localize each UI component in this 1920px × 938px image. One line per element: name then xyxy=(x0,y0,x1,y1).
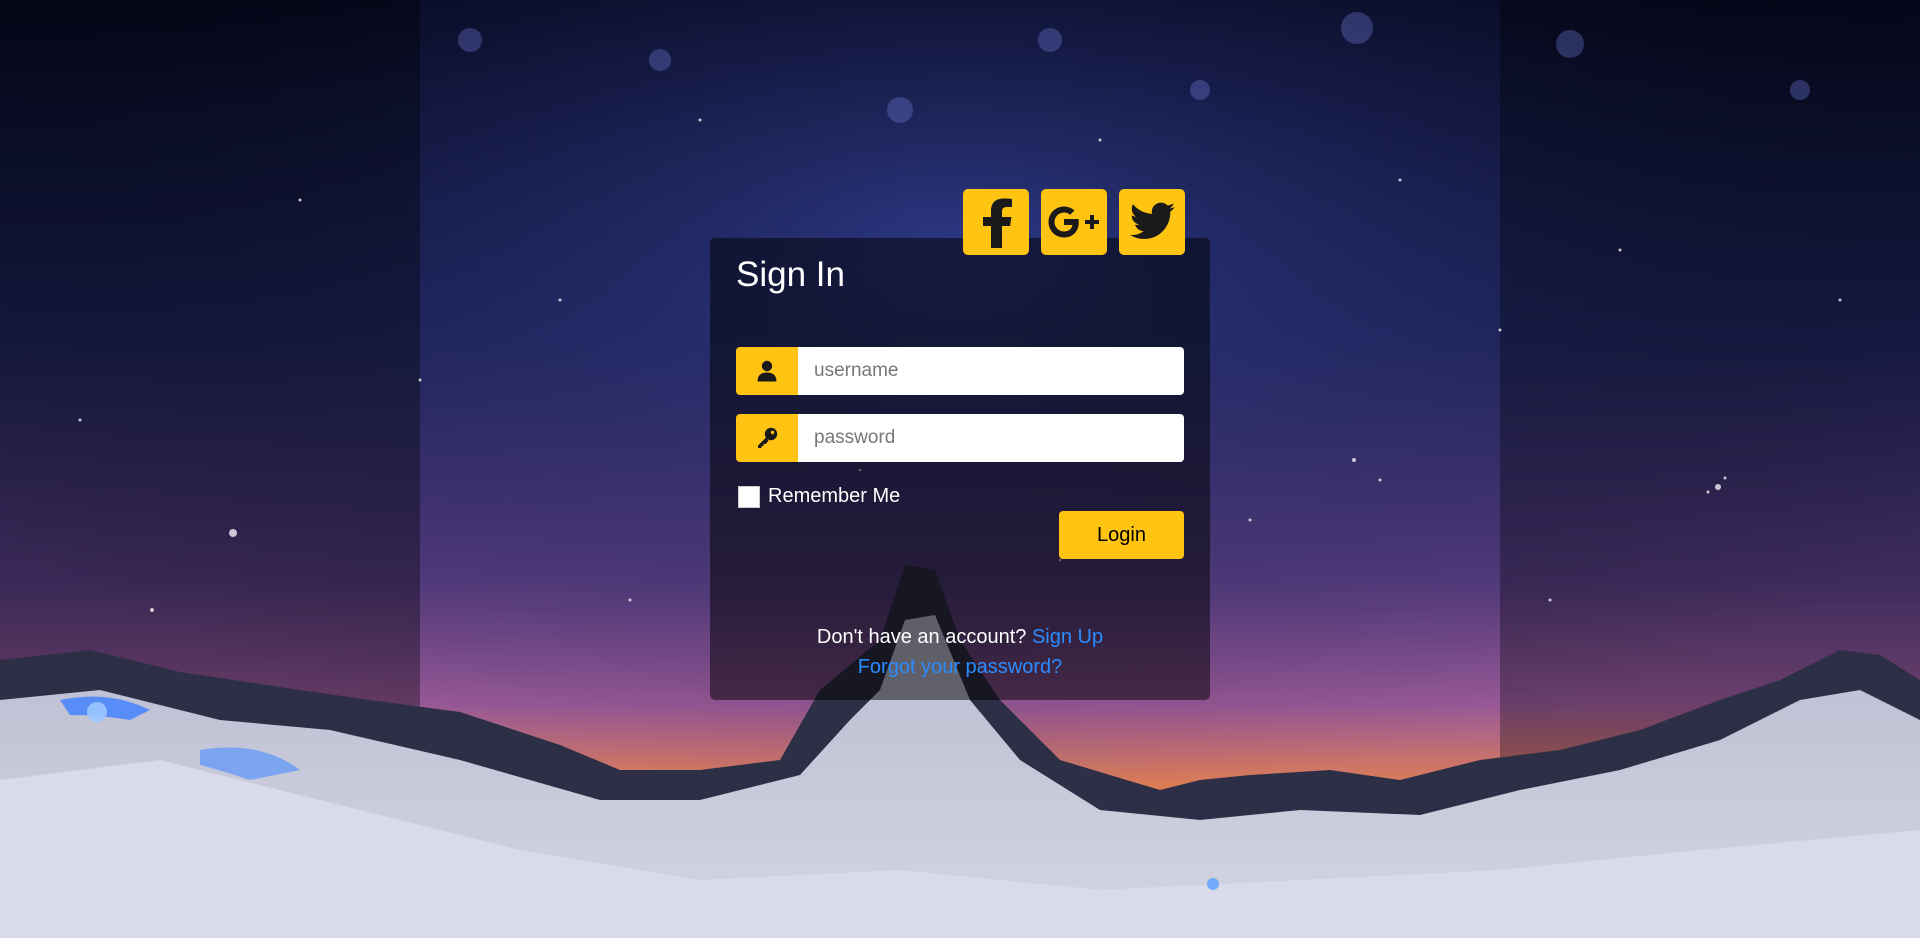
twitter-icon xyxy=(1130,202,1175,239)
user-icon xyxy=(757,360,777,382)
google-plus-button[interactable] xyxy=(1041,189,1107,255)
google-plus-icon xyxy=(1048,206,1099,238)
remember-me-label[interactable]: Remember Me xyxy=(768,485,900,508)
username-group xyxy=(736,347,1184,395)
social-buttons xyxy=(963,189,1185,255)
password-group xyxy=(736,414,1184,462)
password-icon-box xyxy=(736,414,798,462)
forgot-row: Forgot your password? xyxy=(710,652,1210,682)
card-footer: Don't have an account? Sign Up Forgot yo… xyxy=(710,622,1210,682)
page-title: Sign In xyxy=(736,255,845,294)
remember-me-row: Remember Me xyxy=(738,485,900,508)
password-input[interactable] xyxy=(798,414,1184,462)
signup-link[interactable]: Sign Up xyxy=(1032,626,1103,648)
signup-prompt: Don't have an account? xyxy=(816,626,1032,648)
key-icon xyxy=(758,427,778,448)
facebook-icon xyxy=(983,198,1012,248)
username-icon-box xyxy=(736,347,798,395)
login-card: Sign In Remember Me Login Don't have an … xyxy=(710,189,1210,700)
facebook-button[interactable] xyxy=(963,189,1029,255)
username-input[interactable] xyxy=(798,347,1184,395)
twitter-button[interactable] xyxy=(1119,189,1185,255)
forgot-password-link[interactable]: Forgot your password? xyxy=(858,656,1063,678)
remember-me-checkbox[interactable] xyxy=(738,485,760,508)
login-button[interactable]: Login xyxy=(1059,511,1184,559)
signup-row: Don't have an account? Sign Up xyxy=(710,622,1210,652)
